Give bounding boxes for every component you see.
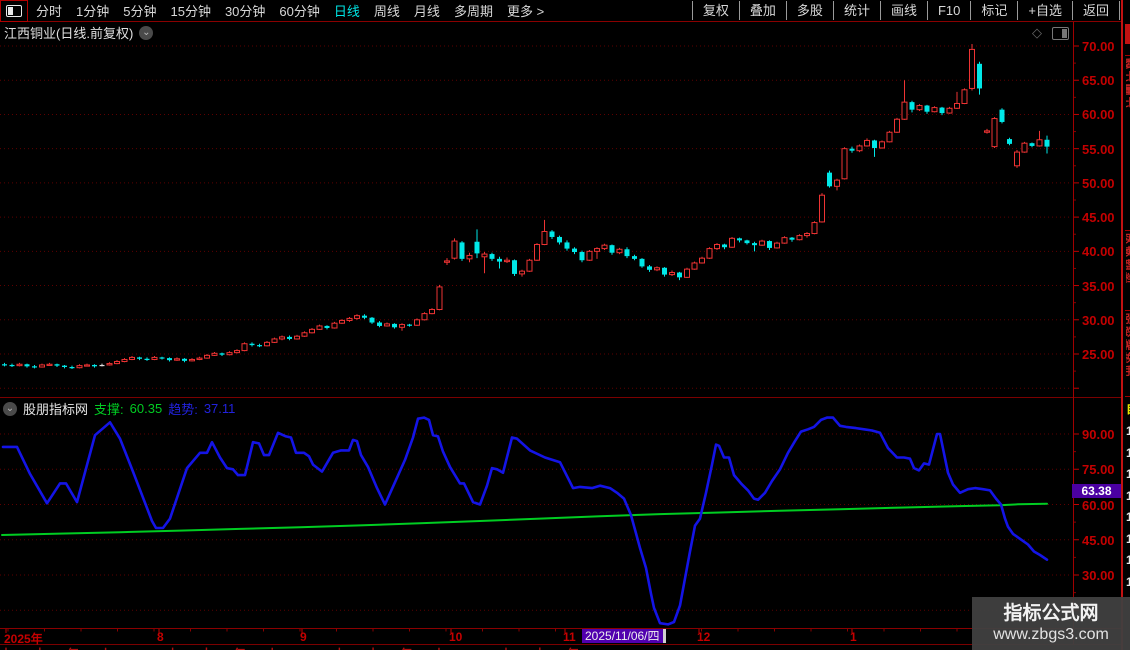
watermark-title: 指标公式网 [1003, 603, 1099, 624]
price-axis-line [1073, 21, 1074, 644]
quote-strip-digit: 1 [1126, 574, 1130, 589]
tool-button-多股[interactable]: 多股 [785, 1, 833, 20]
support-value: 60.35 [129, 401, 163, 416]
quote-strip-text-sliver: 委比量比 [1126, 58, 1130, 110]
tool-button-统计[interactable]: 统计 [832, 1, 880, 20]
tool-button-画线[interactable]: 画线 [879, 1, 927, 20]
title-row: 江西铜业(日线.前复权) ⌄ [4, 23, 154, 42]
indicator-axis-label: 60.00 [1082, 498, 1115, 513]
price-axis-label: 45.00 [1082, 210, 1115, 225]
quote-strip-digit: 1 [1126, 424, 1130, 438]
period-tab-月线[interactable]: 月线 [414, 1, 440, 20]
chart-mini-icons: ◇ [1032, 25, 1069, 41]
quote-strip-digit: 1 [1126, 445, 1130, 460]
quote-strip-digit: 1 [1126, 553, 1130, 567]
period-tab-5分钟[interactable]: 5分钟 [123, 1, 156, 20]
time-axis-label: 8 [157, 630, 164, 644]
split-panel-icon [6, 4, 22, 17]
time-axis-label: 1 [850, 630, 857, 644]
bottom-cutoff-glyphs: 山 止 仨 上 一 山 止 仨 上 一 山 止 仨 上 一 山 止 仨 [0, 645, 970, 650]
indicator-axis-label: 75.00 [1082, 462, 1115, 477]
indicator-value-badge: 63.38 [1072, 484, 1121, 498]
period-tab-30分钟[interactable]: 30分钟 [225, 1, 265, 20]
tool-button-bar: 复权 叠加 多股 统计 画线 F10 标记 +自选 返回 [691, 0, 1120, 21]
period-tab-分时[interactable]: 分时 [36, 1, 62, 20]
watermark-url: www.zbgs3.com [993, 626, 1109, 643]
tool-button-返回[interactable]: 返回 [1071, 1, 1120, 20]
bottom-cutoff-row: 山 止 仨 上 一 山 止 仨 上 一 山 止 仨 上 一 山 止 仨 [0, 645, 970, 650]
price-axis-label: 35.00 [1082, 279, 1115, 294]
period-tab-更多 >[interactable]: 更多 > [507, 1, 544, 20]
time-axis-label: 10 [449, 630, 463, 644]
trend-value: 37.11 [203, 401, 236, 416]
tool-button-F10[interactable]: F10 [926, 1, 970, 20]
time-axis-label: 9 [300, 630, 307, 644]
quote-strip-digit: 1 [1126, 531, 1130, 546]
candlestick-chart-svg[interactable] [0, 0, 1130, 650]
indicator-header: ⌄ 股朋指标网 支撑: 60.35 趋势: 37.11 [3, 399, 235, 418]
chevron-down-icon[interactable]: ⌄ [139, 25, 154, 40]
tool-button-复权[interactable]: 复权 [691, 1, 739, 20]
indicator-axis-label: 30.00 [1082, 568, 1115, 583]
period-tab-多周期[interactable]: 多周期 [454, 1, 493, 20]
quote-strip-digit: 1 [1126, 467, 1130, 481]
price-axis-label: 55.00 [1082, 142, 1115, 157]
time-axis-label: 11 [563, 630, 576, 644]
price-axis-label: 60.00 [1082, 107, 1115, 122]
date-badge: 2025/11/06/四 [582, 629, 666, 643]
top-toolbar: 分时 1分钟 5分钟 15分钟 30分钟 60分钟 日线 周线 月线 多周期 更多 > 复权 叠加 多股… [0, 0, 1130, 22]
quote-strip-digit: 1 [1126, 488, 1130, 503]
period-tab-bar: 分时 1分钟 5分钟 15分钟 30分钟 60分钟 日线 周线 月线 多周期 更多 > [36, 1, 544, 20]
price-axis-label: 30.00 [1082, 313, 1115, 328]
stock-title: 江西铜业(日线.前复权) [4, 26, 134, 41]
quote-strip-text-sliver: 买卖盘档 [1126, 233, 1130, 285]
trend-label: 趋势: [168, 402, 198, 417]
indicator-axis-label: 90.00 [1082, 427, 1115, 442]
quote-strip-divider [1125, 396, 1130, 397]
tool-button-+自选[interactable]: +自选 [1017, 1, 1072, 20]
diamond-icon[interactable]: ◇ [1032, 25, 1042, 41]
period-tab-周线[interactable]: 周线 [374, 1, 400, 20]
trading-app-window: 分时 1分钟 5分钟 15分钟 30分钟 60分钟 日线 周线 月线 多周期 更多 > 复权 叠加 多股… [0, 0, 1130, 650]
quote-strip-digit: 1 [1126, 510, 1130, 524]
period-tab-日线[interactable]: 日线 [334, 1, 360, 20]
price-axis-label: 65.00 [1082, 73, 1115, 88]
quote-strip-divider [1125, 55, 1130, 56]
quote-strip-divider [1125, 310, 1130, 311]
tool-button-叠加[interactable]: 叠加 [738, 1, 786, 20]
time-axis-top-line [0, 628, 1121, 629]
time-axis-label: 12 [697, 630, 711, 644]
period-tab-1分钟[interactable]: 1分钟 [76, 1, 109, 20]
period-tab-15分钟[interactable]: 15分钟 [170, 1, 210, 20]
support-label: 支撑: [94, 402, 124, 417]
price-axis-label: 40.00 [1082, 244, 1115, 259]
panel-divider [0, 397, 1121, 398]
quote-strip-text-sliver: 涨跌幅换手 [1126, 313, 1130, 378]
quote-strip-divider [1125, 230, 1130, 231]
layout-button[interactable] [0, 0, 28, 22]
tool-button-标记[interactable]: 标记 [970, 1, 1017, 20]
price-axis-label: 25.00 [1082, 347, 1115, 362]
indicator-name: 股朋指标网 [23, 402, 89, 417]
collapse-chevron-icon[interactable]: ⌄ [3, 401, 17, 416]
right-quote-strip[interactable]: 自 委比量比买卖盘档涨跌幅换手11111111 [1121, 0, 1130, 650]
pane-layout-icon[interactable] [1052, 26, 1069, 40]
quote-strip-header [1125, 24, 1130, 44]
price-axis-label: 70.00 [1082, 39, 1115, 54]
period-tab-60分钟[interactable]: 60分钟 [279, 1, 319, 20]
watermark-box: 指标公式网 www.zbgs3.com [972, 597, 1130, 650]
indicator-axis-label: 45.00 [1082, 533, 1115, 548]
price-axis-label: 50.00 [1082, 176, 1115, 191]
time-axis-label: 2025年 [4, 632, 43, 646]
